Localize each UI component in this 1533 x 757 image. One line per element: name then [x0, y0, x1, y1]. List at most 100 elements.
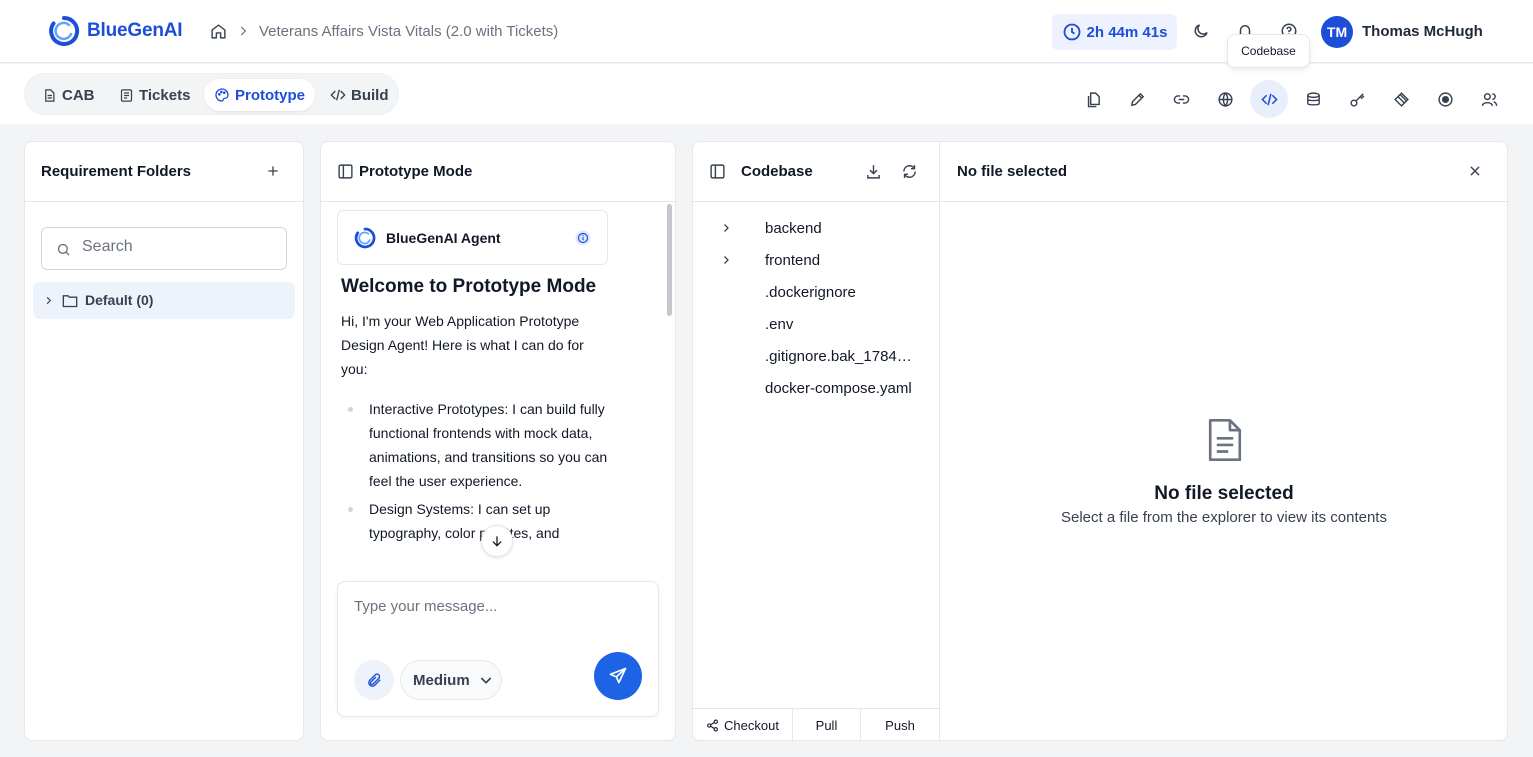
chat-messages[interactable]: BlueGenAI Agent Welcome to Prototype Mod… — [321, 202, 661, 577]
agent-name: BlueGenAI Agent — [386, 230, 501, 246]
tab-build[interactable]: Build — [320, 79, 399, 111]
folder-search-field[interactable] — [41, 227, 287, 270]
globe-icon[interactable] — [1206, 80, 1244, 118]
viewer-header: No file selected — [941, 142, 1507, 202]
list-item: Design Systems: I can set up typography,… — [341, 497, 611, 545]
codebase-code-icon[interactable] — [1250, 80, 1288, 118]
document-icon — [42, 88, 57, 103]
tree-file[interactable]: .env — [765, 316, 925, 333]
pull-button[interactable]: Pull — [793, 709, 861, 740]
list-icon — [119, 88, 134, 103]
tree-folder-backend[interactable]: backend — [765, 220, 925, 237]
brand-logo[interactable]: BlueGenAI — [48, 15, 183, 47]
agent-logo-icon — [354, 227, 376, 249]
list-item: Interactive Prototypes: I can build full… — [341, 397, 611, 493]
viewer-title: No file selected — [957, 163, 1068, 180]
message-input[interactable] — [354, 598, 644, 638]
file-viewer: No file selected No file selected Select… — [941, 142, 1507, 740]
sidebar-toggle-icon[interactable] — [709, 163, 726, 180]
palette-icon — [214, 87, 230, 103]
arrow-down-icon — [490, 534, 504, 548]
moon-icon[interactable] — [1192, 22, 1210, 40]
requirements-panel: Requirement Folders Default (0) — [24, 141, 304, 741]
tooltip: Codebase — [1227, 34, 1310, 68]
file-text-icon — [1205, 417, 1245, 463]
code-icon — [330, 87, 346, 103]
add-folder-plus-icon[interactable] — [266, 164, 280, 178]
chevron-down-icon — [478, 672, 494, 688]
refresh-icon[interactable] — [901, 163, 918, 180]
link-icon[interactable] — [1162, 80, 1200, 118]
info-icon[interactable] — [574, 229, 592, 247]
tree-file[interactable]: .gitignore.bak_17847... — [765, 348, 915, 365]
message-composer: Medium — [337, 581, 659, 717]
chat-panel: Prototype Mode BlueGenAI Agent Welcome t… — [320, 141, 676, 741]
layers-icon[interactable] — [1382, 80, 1420, 118]
tree-file[interactable]: .dockerignore — [765, 284, 925, 301]
close-icon[interactable] — [1468, 164, 1482, 178]
tab-tickets[interactable]: Tickets — [109, 79, 200, 111]
pull-label: Pull — [815, 717, 838, 733]
bluegenai-logo-icon — [48, 15, 80, 47]
attach-button[interactable] — [354, 660, 394, 700]
empty-state-subtitle: Select a file from the explorer to view … — [1061, 509, 1387, 526]
search-icon — [56, 242, 71, 257]
avatar[interactable]: TM — [1321, 16, 1353, 48]
folder-item[interactable]: Default (0) — [33, 282, 295, 319]
push-label: Push — [885, 717, 915, 733]
home-icon[interactable] — [210, 23, 227, 40]
explorer-header: Codebase — [693, 142, 939, 202]
panel-title: Requirement Folders — [41, 163, 192, 180]
agent-card: BlueGenAI Agent — [337, 210, 608, 265]
welcome-title: Welcome to Prototype Mode — [341, 276, 597, 297]
tab-prototype[interactable]: Prototype — [204, 79, 316, 111]
tree-folder-frontend[interactable]: frontend — [765, 252, 925, 269]
breadcrumb-project[interactable]: Veterans Affairs Vista Vitals (2.0 with … — [259, 23, 558, 40]
empty-state-title: No file selected — [1154, 483, 1294, 504]
codebase-panel: Codebase backend frontend .dockerignore … — [692, 141, 1508, 741]
chevron-right-icon[interactable] — [720, 254, 732, 266]
sidebar-toggle-icon[interactable] — [337, 163, 354, 180]
tab-label: Tickets — [139, 86, 191, 104]
breadcrumb-chevron-icon — [236, 24, 250, 38]
effort-select[interactable]: Medium — [400, 660, 502, 700]
capability-list: Interactive Prototypes: I can build full… — [341, 397, 611, 549]
effort-value: Medium — [413, 671, 470, 689]
mode-bar: CAB Tickets Prototype Build — [0, 64, 1533, 124]
checkout-label: Checkout — [724, 717, 779, 733]
push-button[interactable]: Push — [861, 709, 939, 740]
user-name[interactable]: Thomas McHugh — [1362, 23, 1483, 40]
key-icon[interactable] — [1338, 80, 1376, 118]
git-actions: Checkout Pull Push — [693, 708, 939, 740]
files-icon[interactable] — [1074, 80, 1112, 118]
send-icon — [608, 666, 628, 686]
scroll-to-bottom-button[interactable] — [481, 525, 513, 557]
chevron-right-icon[interactable] — [720, 222, 732, 234]
panel-header: Requirement Folders — [25, 142, 303, 202]
database-icon[interactable] — [1294, 80, 1332, 118]
chevron-right-icon[interactable] — [43, 295, 54, 306]
users-icon[interactable] — [1470, 80, 1508, 118]
paperclip-icon — [366, 672, 383, 689]
tab-cab[interactable]: CAB — [32, 79, 105, 111]
brand-name: BlueGenAI — [87, 20, 183, 41]
panel-title: Codebase — [741, 163, 813, 180]
search-input[interactable] — [82, 238, 272, 256]
tab-label: CAB — [62, 86, 95, 104]
pen-icon[interactable] — [1118, 80, 1156, 118]
folder-icon — [62, 293, 78, 308]
file-explorer: Codebase backend frontend .dockerignore … — [693, 142, 940, 740]
session-timer: 2h 44m 41s — [1052, 14, 1177, 50]
mode-tabs: CAB Tickets Prototype Build — [24, 73, 399, 115]
tab-label: Prototype — [235, 86, 306, 104]
download-icon[interactable] — [865, 163, 882, 180]
panel-header: Prototype Mode — [321, 142, 675, 202]
tree-file[interactable]: docker-compose.yaml — [765, 380, 925, 397]
panel-title: Prototype Mode — [359, 163, 473, 180]
scrollbar[interactable] — [667, 204, 672, 316]
share-icon — [706, 719, 719, 732]
welcome-intro: Hi, I'm your Web Application Prototype D… — [341, 313, 584, 377]
checkout-button[interactable]: Checkout — [693, 709, 793, 740]
send-button[interactable] — [594, 652, 642, 700]
record-icon[interactable] — [1426, 80, 1464, 118]
